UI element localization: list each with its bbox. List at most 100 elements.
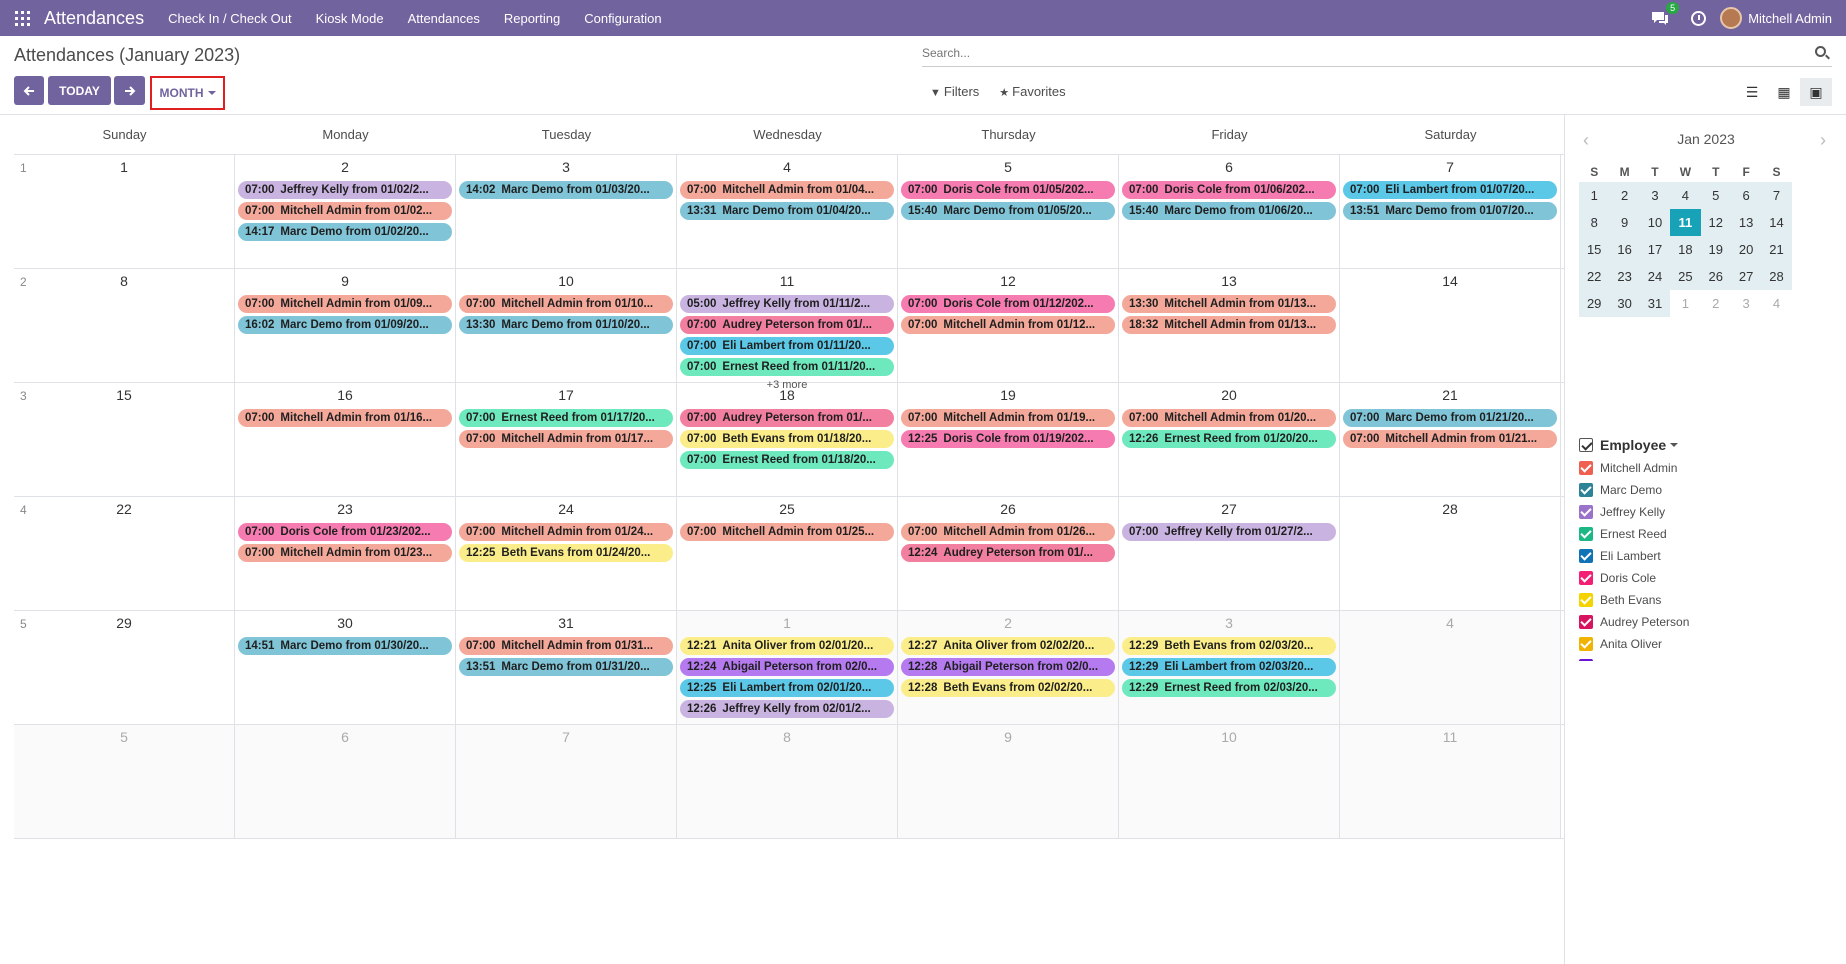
attendance-event[interactable]: 07:00 Doris Cole from 01/06/202... (1122, 181, 1336, 199)
employee-checkbox[interactable] (1579, 483, 1593, 497)
attendance-event[interactable]: 12:28 Abigail Peterson from 02/0... (901, 658, 1115, 676)
calendar-day-cell[interactable]: 13 13:30 Mitchell Admin from 01/13... 18:32… (1119, 269, 1340, 382)
attendance-event[interactable]: 13:30 Marc Demo from 01/10/20... (459, 316, 673, 334)
mini-calendar-day[interactable]: 5 (1701, 182, 1731, 209)
attendance-event[interactable]: 07:00 Ernest Reed from 01/11/20... (680, 358, 894, 376)
attendance-event[interactable]: 07:00 Beth Evans from 01/18/20... (680, 430, 894, 448)
calendar-day-cell[interactable]: 1 12:21 Anita Oliver from 02/01/20... 12:24… (677, 611, 898, 724)
employee-checkbox[interactable] (1579, 615, 1593, 629)
attendance-event[interactable]: 14:02 Marc Demo from 01/03/20... (459, 181, 673, 199)
day-number[interactable]: 21 (1340, 383, 1560, 409)
calendar-day-cell[interactable]: 15 (14, 383, 235, 496)
employee-checkbox[interactable] (1579, 637, 1593, 651)
previous-button[interactable] (14, 76, 44, 105)
day-number[interactable]: 3 (456, 155, 676, 181)
calendar-view-icon[interactable]: ▣ (1800, 78, 1832, 106)
mini-calendar-day[interactable]: 20 (1731, 236, 1761, 263)
day-number[interactable]: 24 (456, 497, 676, 523)
employee-filter-item[interactable]: Doris Cole (1579, 567, 1839, 589)
employee-filter-item[interactable]: Beth Evans (1579, 589, 1839, 611)
day-number[interactable]: 15 (14, 383, 234, 409)
mini-calendar-day[interactable]: 29 (1579, 290, 1609, 317)
attendance-event[interactable]: 07:00 Mitchell Admin from 01/21... (1343, 430, 1557, 448)
calendar-day-cell[interactable]: 1 (14, 155, 235, 268)
mini-calendar-day[interactable]: 14 (1761, 209, 1791, 236)
attendance-event[interactable]: 13:51 Marc Demo from 01/31/20... (459, 658, 673, 676)
attendance-event[interactable]: 14:17 Marc Demo from 01/02/20... (238, 223, 452, 241)
today-button[interactable]: TODAY (48, 76, 111, 105)
attendance-event[interactable]: 15:40 Marc Demo from 01/05/20... (901, 202, 1115, 220)
employee-filter-item[interactable]: Jeffrey Kelly (1579, 501, 1839, 523)
attendance-event[interactable]: 16:02 Marc Demo from 01/09/20... (238, 316, 452, 334)
day-number[interactable]: 1 (677, 611, 897, 637)
day-number[interactable]: 19 (898, 383, 1118, 409)
day-number[interactable]: 17 (456, 383, 676, 409)
day-number[interactable]: 8 (14, 269, 234, 295)
list-view-icon[interactable]: ☰ (1736, 78, 1768, 106)
calendar-day-cell[interactable]: 11 (1340, 725, 1561, 838)
mini-calendar-day[interactable]: 7 (1761, 182, 1791, 209)
calendar-day-cell[interactable]: 26 07:00 Mitchell Admin from 01/26... 12:24… (898, 497, 1119, 610)
attendance-event[interactable]: 07:00 Audrey Peterson from 01/... (680, 316, 894, 334)
calendar-day-cell[interactable]: 8 (14, 269, 235, 382)
mini-calendar-day[interactable]: 18 (1670, 236, 1700, 263)
attendance-event[interactable]: 07:00 Ernest Reed from 01/17/20... (459, 409, 673, 427)
attendance-event[interactable]: 07:00 Mitchell Admin from 01/26... (901, 523, 1115, 541)
mini-calendar-day[interactable]: 24 (1640, 263, 1670, 290)
mini-calendar-day[interactable]: 27 (1731, 263, 1761, 290)
employee-checkbox[interactable] (1579, 571, 1593, 585)
employee-filter-item[interactable]: Eli Lambert (1579, 545, 1839, 567)
day-number[interactable]: 16 (235, 383, 455, 409)
employee-checkbox[interactable] (1579, 593, 1593, 607)
day-number[interactable]: 3 (1119, 611, 1339, 637)
activity-clock-icon[interactable] (1691, 10, 1707, 26)
attendance-event[interactable]: 07:00 Mitchell Admin from 01/24... (459, 523, 673, 541)
day-number[interactable]: 13 (1119, 269, 1339, 295)
day-number[interactable]: 10 (456, 269, 676, 295)
calendar-day-cell[interactable]: 18 07:00 Audrey Peterson from 01/... 07:00 B… (677, 383, 898, 496)
mini-calendar-day[interactable]: 19 (1701, 236, 1731, 263)
attendance-event[interactable]: 12:24 Abigail Peterson from 02/0... (680, 658, 894, 676)
attendance-event[interactable]: 12:25 Doris Cole from 01/19/202... (901, 430, 1115, 448)
day-number[interactable]: 26 (898, 497, 1118, 523)
employee-checkbox[interactable] (1579, 549, 1593, 563)
attendance-event[interactable]: 13:51 Marc Demo from 01/07/20... (1343, 202, 1557, 220)
attendance-event[interactable]: 07:00 Doris Cole from 01/23/202... (238, 523, 452, 541)
attendance-event[interactable]: 12:26 Ernest Reed from 01/20/20... (1122, 430, 1336, 448)
day-number[interactable]: 31 (456, 611, 676, 637)
day-number[interactable]: 8 (677, 725, 897, 751)
attendance-event[interactable]: 14:51 Marc Demo from 01/30/20... (238, 637, 452, 655)
calendar-day-cell[interactable]: 6 07:00 Doris Cole from 01/06/202... 15:40 M… (1119, 155, 1340, 268)
menu-check-in-out[interactable]: Check In / Check Out (156, 11, 304, 26)
attendance-event[interactable]: 07:00 Eli Lambert from 01/07/20... (1343, 181, 1557, 199)
mini-calendar-day[interactable]: 3 (1731, 290, 1761, 317)
attendance-event[interactable]: 07:00 Mitchell Admin from 01/04... (680, 181, 894, 199)
mini-calendar-next-icon[interactable]: › (1820, 131, 1826, 149)
calendar-day-cell[interactable]: 29 (14, 611, 235, 724)
attendance-event[interactable]: 13:31 Marc Demo from 01/04/20... (680, 202, 894, 220)
attendance-event[interactable]: 05:00 Jeffrey Kelly from 01/11/2... (680, 295, 894, 313)
month-scale-dropdown[interactable]: MONTH (150, 76, 225, 110)
calendar-day-cell[interactable]: 28 (1340, 497, 1561, 610)
calendar-day-cell[interactable]: 5 (14, 725, 235, 838)
calendar-day-cell[interactable]: 10 (1119, 725, 1340, 838)
day-number[interactable]: 18 (677, 383, 897, 409)
mini-calendar-day[interactable]: 12 (1701, 209, 1731, 236)
calendar-day-cell[interactable]: 24 07:00 Mitchell Admin from 01/24... 12:25… (456, 497, 677, 610)
calendar-day-cell[interactable]: 12 07:00 Doris Cole from 01/12/202... 07:00… (898, 269, 1119, 382)
employee-checkbox[interactable] (1579, 527, 1593, 541)
mini-calendar-day[interactable]: 21 (1761, 236, 1791, 263)
favorites-toggle[interactable]: ★ Favorites (999, 84, 1065, 99)
attendance-event[interactable]: 07:00 Mitchell Admin from 01/19... (901, 409, 1115, 427)
attendance-event[interactable]: 07:00 Mitchell Admin from 01/17... (459, 430, 673, 448)
employee-filter-item[interactable]: Mitchell Admin (1579, 457, 1839, 479)
mini-calendar-day[interactable]: 28 (1761, 263, 1791, 290)
calendar-day-cell[interactable]: 6 (235, 725, 456, 838)
day-number[interactable]: 30 (235, 611, 455, 637)
chat-icon[interactable]: 5 (1651, 2, 1680, 25)
calendar-day-cell[interactable]: 9 07:00 Mitchell Admin from 01/09... 16:02 M… (235, 269, 456, 382)
mini-calendar-day[interactable]: 13 (1731, 209, 1761, 236)
attendance-event[interactable]: 12:26 Jeffrey Kelly from 02/01/2... (680, 700, 894, 718)
mini-calendar-day[interactable]: 4 (1670, 182, 1700, 209)
attendance-event[interactable]: 07:00 Marc Demo from 01/21/20... (1343, 409, 1557, 427)
